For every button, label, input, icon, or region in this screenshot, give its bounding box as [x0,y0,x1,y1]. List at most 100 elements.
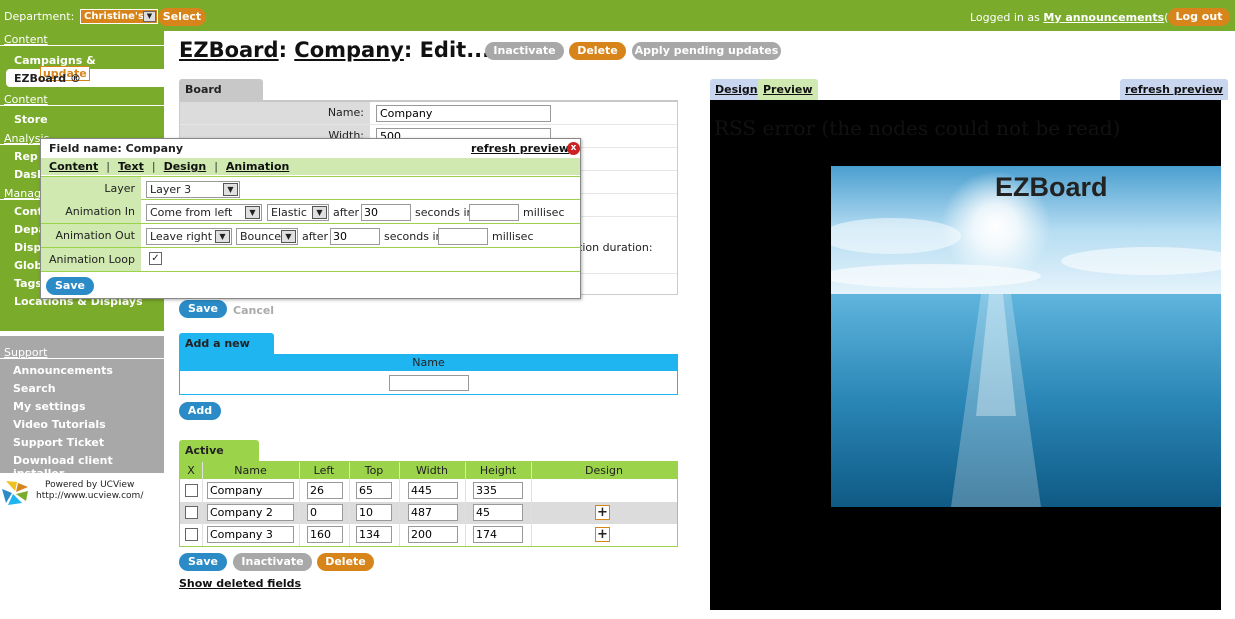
col-header-width: Width [399,462,465,479]
millisec-label: millisec [492,230,534,243]
animation-in-millisec-input[interactable] [469,204,519,221]
field-top-input[interactable] [356,482,392,499]
tab-text[interactable]: Text [118,160,144,173]
popup-tabs: Content | Text | Design | Animation [41,158,580,175]
department-label: Department: [4,10,75,23]
field-edit-popup: Field name: Company refresh preview x Co… [40,138,581,299]
sidebar-item-store[interactable]: Store [0,110,164,128]
close-icon[interactable]: x [567,142,580,155]
sidebar-item-campaigns[interactable]: Campaigns & Adsupdate [0,51,164,81]
popup-refresh-preview-link[interactable]: refresh preview [471,142,569,155]
animation-in-direction-select[interactable]: Come from left ▼ [146,204,262,221]
sidebar-section-content-2[interactable]: Content [0,91,164,106]
save-fields-button[interactable]: Save [179,553,227,571]
page-title: EZBoard: Company: Edit... [179,38,490,62]
inactivate-board-button[interactable]: Inactivate [485,42,564,60]
field-top-input[interactable] [356,526,392,543]
table-row: + [180,502,677,524]
field-name-input[interactable] [207,526,294,543]
delete-board-button[interactable]: Delete [569,42,626,60]
new-field-name-input[interactable] [389,375,469,391]
add-field-button[interactable]: Add [179,402,221,420]
animation-out-seconds-input[interactable] [330,228,380,245]
row-select-checkbox[interactable] [185,484,198,497]
logout-button[interactable]: Log out [1168,8,1230,26]
after-label: after [333,206,360,219]
sidebar-item-my-settings[interactable]: My settings [0,397,164,415]
powered-by-url: http://www.ucview.com/ [36,491,144,501]
design-plus-button[interactable]: + [595,527,610,542]
sidebar-section-support[interactable]: Support [0,344,164,359]
sidebar-item-announcements[interactable]: Announcements [0,361,164,379]
column-divider [531,462,532,546]
table-row [180,480,677,502]
animation-in-easing-select[interactable]: Elastic ▼ [267,204,329,221]
sidebar-item-video-tutorials[interactable]: Video Tutorials [0,415,164,433]
powered-by: Powered by UCView http://www.ucview.com/ [2,479,162,509]
sidebar-section-content[interactable]: Content [0,31,164,46]
chevron-down-icon: ▼ [143,11,156,22]
save-board-button[interactable]: Save [179,300,227,318]
field-width-input[interactable] [408,526,458,543]
column-divider [349,462,350,546]
sidebar-item-support-ticket[interactable]: Support Ticket [0,433,164,451]
inactivate-fields-button[interactable]: Inactivate [233,553,312,571]
seconds-in-label: seconds in [415,206,474,219]
tab-preview[interactable]: Preview [758,79,818,100]
animation-in-seconds-input[interactable] [361,204,411,221]
col-header-design: Design [531,462,677,479]
chevron-down-icon: ▼ [281,230,296,243]
tab-animation[interactable]: Animation [226,160,289,173]
field-left-input[interactable] [307,526,343,543]
department-select[interactable]: Christine's ▼ [80,9,158,24]
field-name-input[interactable] [207,482,294,499]
row-select-checkbox[interactable] [185,506,198,519]
sidebar-item-download-client[interactable]: Download client installer [0,451,164,480]
active-fields-table: X Name Left Top Width Height Design + + [179,461,678,547]
ucview-logo-icon [2,481,28,505]
my-announcements-link[interactable]: My announcements [1043,11,1164,24]
tab-design[interactable]: Design [164,160,207,173]
title-app-link[interactable]: EZBoard [179,38,279,62]
board-name-label: Name: [180,102,370,124]
rss-error-text: RSS error (the nodes could not be read) [714,116,1121,140]
animation-loop-checkbox[interactable]: ✓ [149,252,162,265]
animation-out-direction-value: Leave right [150,230,213,243]
design-plus-button[interactable]: + [595,505,610,520]
delete-fields-button[interactable]: Delete [317,553,374,571]
animation-out-direction-select[interactable]: Leave right ▼ [146,228,232,245]
field-name-input[interactable] [207,504,294,521]
select-button[interactable]: Select [158,8,206,26]
col-header-left: Left [299,462,349,479]
field-left-input[interactable] [307,482,343,499]
field-height-input[interactable] [473,482,523,499]
tab-design-preview[interactable]: Design [710,79,763,100]
popup-save-button[interactable]: Save [46,277,94,295]
tab-content[interactable]: Content [49,160,98,173]
add-field-panel: Name [179,354,678,395]
chevron-down-icon: ▼ [215,230,230,243]
cancel-button[interactable]: Cancel [233,304,274,317]
title-board-link[interactable]: Company [294,38,404,62]
sidebar-item-search[interactable]: Search [0,379,164,397]
add-field-tab: Add a new field [179,333,274,371]
field-height-input[interactable] [473,504,523,521]
board-name-input[interactable] [376,105,551,122]
animation-in-row: Animation In Come from left ▼ Elastic ▼ … [41,200,580,224]
animation-out-millisec-input[interactable] [438,228,488,245]
logged-in-text: Logged in as [970,11,1040,24]
field-top-input[interactable] [356,504,392,521]
field-width-input[interactable] [408,504,458,521]
show-deleted-fields-link[interactable]: Show deleted fields [179,577,301,590]
apply-updates-button[interactable]: Apply pending updates [632,42,781,60]
row-select-checkbox[interactable] [185,528,198,541]
field-height-input[interactable] [473,526,523,543]
layer-select[interactable]: Layer 3 ▼ [146,181,240,198]
field-width-input[interactable] [408,482,458,499]
column-divider [399,462,400,546]
chevron-down-icon: ▼ [223,183,238,196]
transition-duration-label: tion duration: [578,241,653,254]
animation-out-easing-select[interactable]: Bounce ▼ [236,228,298,245]
field-left-input[interactable] [307,504,343,521]
refresh-preview-link[interactable]: refresh preview [1120,79,1229,100]
